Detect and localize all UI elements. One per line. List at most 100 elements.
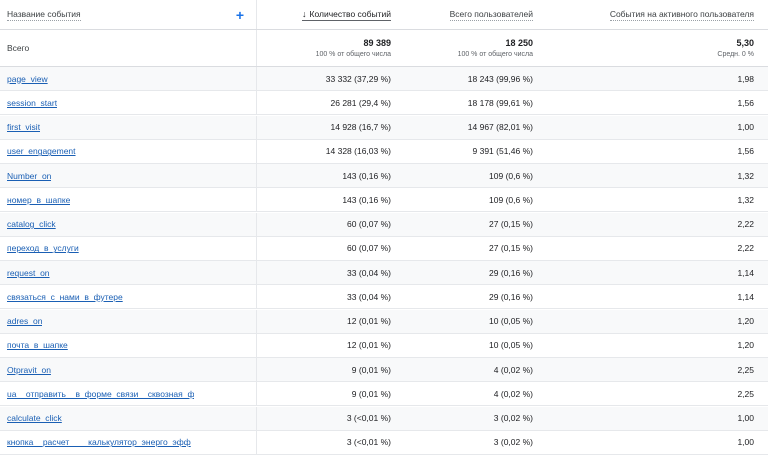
event-count-cell: 3 (<0,01 %) <box>257 407 398 430</box>
events-per-user-cell: 1,14 <box>540 261 768 284</box>
event-count-cell: 143 (0,16 %) <box>257 164 398 187</box>
event-count-cell: 33 (0,04 %) <box>257 285 398 308</box>
event-name-link[interactable]: session_start <box>7 98 57 108</box>
event-name-link[interactable]: first_visit <box>7 122 40 132</box>
totals-label-cell: Всего <box>0 30 257 66</box>
totals-events-per-user: 5,30 <box>736 38 754 48</box>
event-name-link[interactable]: request_on <box>7 268 50 278</box>
event-count-cell: 9 (0,01 %) <box>257 358 398 381</box>
event-count-value: 143 (0,16 %) <box>342 170 391 181</box>
event-name-cell: catalog_click <box>0 212 257 236</box>
events-per-user-value: 1,00 <box>737 437 754 448</box>
total-users-cell: 10 (0,05 %) <box>398 334 540 357</box>
table-row: adres_on 12 (0,01 %) 10 (0,05 %) 1,20 <box>0 309 768 334</box>
events-per-user-cell: 1,20 <box>540 334 768 357</box>
header-total-users[interactable]: Всего пользователей <box>449 9 533 21</box>
total-users-cell: 29 (0,16 %) <box>398 261 540 284</box>
event-count-cell: 143 (0,16 %) <box>257 188 398 211</box>
events-per-user-cell: 1,56 <box>540 91 768 114</box>
event-count-value: 33 332 (37,29 %) <box>325 73 391 84</box>
event-name-cell: first_visit <box>0 115 257 139</box>
event-name-cell: номер_в_шапке <box>0 188 257 212</box>
event-count-value: 12 (0,01 %) <box>347 340 391 351</box>
events-per-user-value: 1,20 <box>737 340 754 351</box>
total-users-value: 109 (0,6 %) <box>489 194 533 205</box>
total-users-value: 27 (0,15 %) <box>489 219 533 229</box>
header-event-name[interactable]: Название события <box>7 9 81 21</box>
events-per-user-value: 1,00 <box>737 122 754 132</box>
total-users-cell: 3 (0,02 %) <box>398 407 540 430</box>
events-per-user-value: 1,00 <box>737 413 754 423</box>
events-per-user-value: 1,20 <box>737 316 754 326</box>
event-name-link[interactable]: page_view <box>7 74 48 84</box>
totals-row: Всего 89 389 100 % от общего числа 18 25… <box>0 30 768 67</box>
event-name-cell: adres_on <box>0 309 257 333</box>
event-count-value: 60 (0,07 %) <box>347 243 391 254</box>
event-count-value: 9 (0,01 %) <box>351 388 391 399</box>
total-users-cell: 14 967 (82,01 %) <box>398 116 540 139</box>
total-users-cell: 18 243 (99,96 %) <box>398 67 540 90</box>
event-name-link[interactable]: user_engagement <box>7 146 76 156</box>
event-count-cell: 60 (0,07 %) <box>257 237 398 260</box>
event-name-link[interactable]: связаться_с_нами_в_футере <box>7 292 123 302</box>
event-name-link[interactable]: почта_в_шапке <box>7 340 68 350</box>
event-name-cell: page_view <box>0 67 257 90</box>
total-users-value: 3 (0,02 %) <box>493 437 533 448</box>
event-count-value: 26 281 (29,4 %) <box>330 97 391 108</box>
events-per-user-value: 2,22 <box>737 243 754 254</box>
table-row: номер_в_шапке 143 (0,16 %) 109 (0,6 %) 1,32 <box>0 188 768 213</box>
events-per-user-cell: 1,56 <box>540 140 768 163</box>
totals-total-users: 18 250 <box>505 38 533 48</box>
events-per-user-cell: 1,32 <box>540 164 768 187</box>
event-name-cell: Otpravit_on <box>0 358 257 381</box>
events-per-user-cell: 2,22 <box>540 213 768 236</box>
total-users-cell: 4 (0,02 %) <box>398 382 540 405</box>
events-per-user-value: 2,25 <box>737 364 754 375</box>
header-events-per-user-cell: События на активного пользователя <box>540 0 768 29</box>
event-name-link[interactable]: Number_on <box>7 171 51 181</box>
event-name-link[interactable]: ua__отправить__в_форме_связи__сквозная_ф <box>7 389 194 399</box>
total-users-cell: 27 (0,15 %) <box>398 237 540 260</box>
event-count-cell: 3 (<0,01 %) <box>257 431 398 454</box>
event-name-cell: ua__отправить__в_форме_связи__сквозная_ф <box>0 382 257 406</box>
event-name-cell: request_on <box>0 261 257 284</box>
event-name-link[interactable]: переход_в_услуги <box>7 243 79 253</box>
event-name-link[interactable]: catalog_click <box>7 219 56 229</box>
event-count-value: 12 (0,01 %) <box>347 316 391 326</box>
events-per-user-cell: 1,32 <box>540 188 768 211</box>
total-users-value: 4 (0,02 %) <box>493 388 533 399</box>
total-users-cell: 9 391 (51,46 %) <box>398 140 540 163</box>
total-users-value: 18 178 (99,61 %) <box>467 97 533 108</box>
event-name-link[interactable]: кнопка__расчет____калькулятор_энерго_эфф <box>7 437 191 447</box>
events-per-user-cell: 1,98 <box>540 67 768 90</box>
add-dimension-icon[interactable]: + <box>236 8 244 22</box>
header-events-per-user[interactable]: События на активного пользователя <box>609 9 754 21</box>
event-name-link[interactable]: Otpravit_on <box>7 365 51 375</box>
event-name-cell: кнопка__расчет____калькулятор_энерго_эфф <box>0 430 257 454</box>
event-name-link[interactable]: номер_в_шапке <box>7 195 70 205</box>
table-row: first_visit 14 928 (16,7 %) 14 967 (82,01 … <box>0 115 768 140</box>
table-row: Number_on 143 (0,16 %) 109 (0,6 %) 1,32 <box>0 164 768 188</box>
event-count-cell: 33 (0,04 %) <box>257 261 398 284</box>
table-row: переход_в_услуги 60 (0,07 %) 27 (0,15 %) 2,… <box>0 236 768 261</box>
totals-events-per-user-sub: Средн. 0 % <box>717 51 754 58</box>
event-count-value: 9 (0,01 %) <box>351 364 391 375</box>
event-count-value: 33 (0,04 %) <box>347 267 391 278</box>
table-row: catalog_click 60 (0,07 %) 27 (0,15 %) 2,22 <box>0 212 768 237</box>
table-header: Название события + ↓ Количество событий … <box>0 0 768 30</box>
events-per-user-value: 2,25 <box>737 388 754 399</box>
event-name-link[interactable]: calculate_click <box>7 413 62 423</box>
event-name-cell: почта_в_шапке <box>0 333 257 357</box>
total-users-value: 109 (0,6 %) <box>489 170 533 181</box>
header-event-count-sort[interactable]: ↓ Количество событий <box>302 9 391 21</box>
event-name-link[interactable]: adres_on <box>7 316 42 326</box>
event-name-cell: calculate_click <box>0 406 257 430</box>
event-name-cell: связаться_с_нами_в_футере <box>0 285 257 309</box>
event-count-cell: 33 332 (37,29 %) <box>257 67 398 90</box>
total-users-value: 10 (0,05 %) <box>489 316 533 326</box>
table-row: user_engagement 14 328 (16,03 %) 9 391 (51… <box>0 139 768 164</box>
table-row: request_on 33 (0,04 %) 29 (0,16 %) 1,14 <box>0 261 768 285</box>
total-users-cell: 18 178 (99,61 %) <box>398 91 540 114</box>
event-count-value: 33 (0,04 %) <box>347 291 391 302</box>
table-row: calculate_click 3 (<0,01 %) 3 (0,02 %) 1,00 <box>0 406 768 431</box>
